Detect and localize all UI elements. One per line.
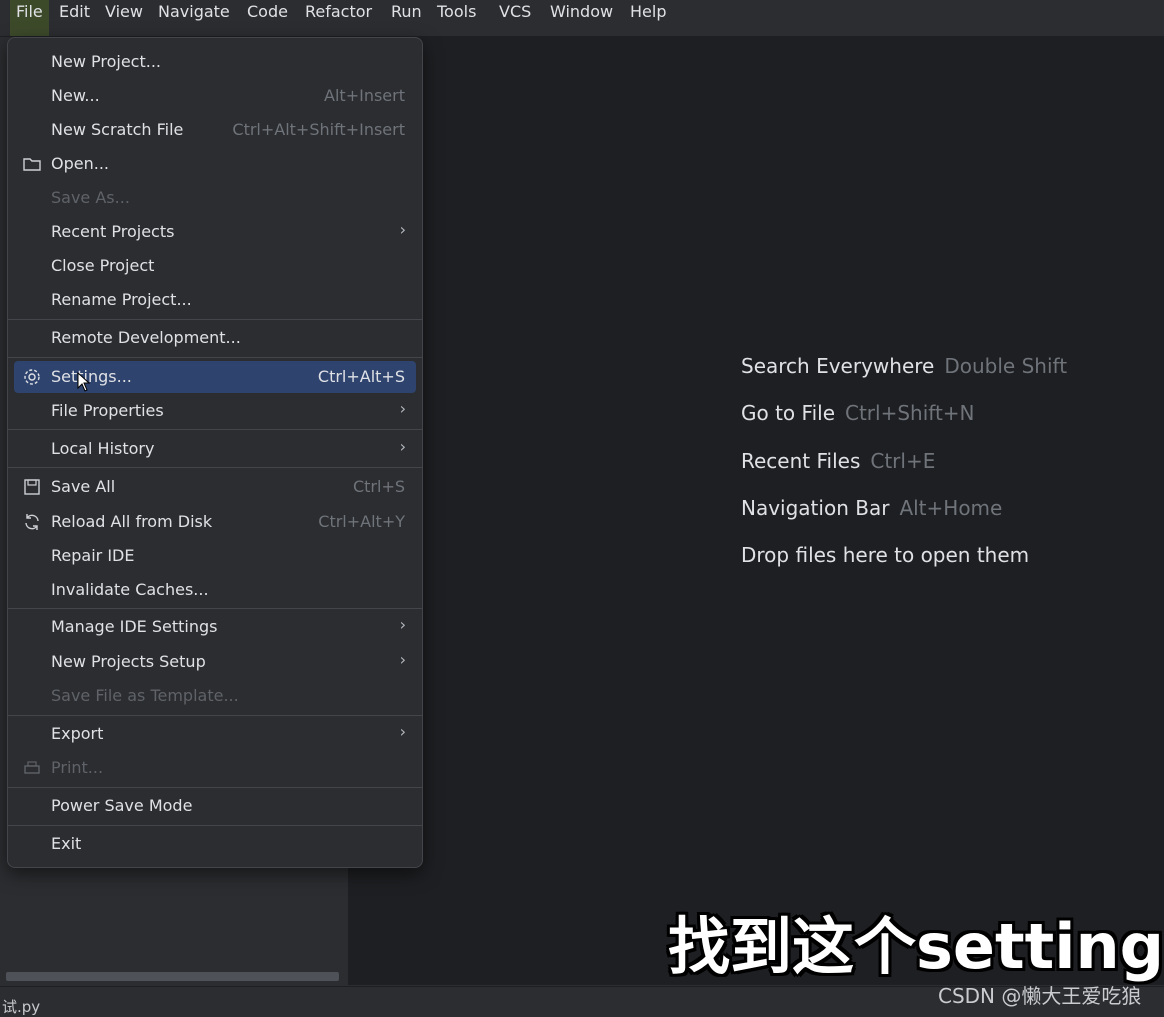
menu-item-open[interactable]: Open... bbox=[14, 148, 416, 180]
separator bbox=[8, 429, 422, 430]
folder-icon bbox=[22, 154, 42, 174]
menu-item-manage-ide-settings[interactable]: Manage IDE Settings › bbox=[14, 611, 416, 643]
separator bbox=[8, 715, 422, 716]
separator bbox=[8, 825, 422, 826]
menu-item-new-projects-setup[interactable]: New Projects Setup › bbox=[14, 646, 416, 678]
menu-item-export[interactable]: Export › bbox=[14, 718, 416, 750]
menu-item-file-properties[interactable]: File Properties › bbox=[14, 395, 416, 427]
caption-overlay: 找到这个settings bbox=[668, 910, 1164, 983]
menu-edit[interactable]: Edit bbox=[59, 0, 90, 36]
menu-item-new[interactable]: New... Alt+Insert bbox=[14, 80, 416, 112]
menu-item-invalidate-caches[interactable]: Invalidate Caches... bbox=[14, 574, 416, 606]
reload-icon bbox=[22, 512, 42, 532]
menu-view[interactable]: View bbox=[105, 0, 143, 36]
menu-item-close-project[interactable]: Close Project bbox=[14, 250, 416, 282]
menu-code[interactable]: Code bbox=[247, 0, 288, 36]
menu-item-remote-development[interactable]: Remote Development... bbox=[14, 322, 416, 354]
menu-item-recent-projects[interactable]: Recent Projects › bbox=[14, 216, 416, 248]
menu-item-new-project[interactable]: New Project... bbox=[14, 46, 416, 78]
menu-item-save-file-as-template: Save File as Template... bbox=[51, 686, 239, 705]
hint-go-to-file: Go to File Ctrl+Shift+N bbox=[741, 401, 975, 426]
hint-recent-files: Recent Files Ctrl+E bbox=[741, 448, 936, 473]
menu-vcs[interactable]: VCS bbox=[499, 0, 531, 36]
menu-item-save-all[interactable]: Save All Ctrl+S bbox=[14, 471, 416, 503]
menu-item-new-scratch-file[interactable]: New Scratch File Ctrl+Alt+Shift+Insert bbox=[14, 114, 416, 146]
hint-navigation-bar: Navigation Bar Alt+Home bbox=[741, 495, 1003, 520]
status-file-name: 试.py bbox=[2, 998, 41, 1016]
menu-help[interactable]: Help bbox=[630, 0, 666, 36]
chevron-right-icon: › bbox=[399, 615, 406, 634]
file-menu-popup: New Project... New... Alt+Insert New Scra… bbox=[7, 37, 423, 868]
separator bbox=[8, 608, 422, 609]
menu-item-print: Print... bbox=[14, 752, 416, 784]
chevron-right-icon: › bbox=[399, 399, 406, 418]
menu-bar: File Edit View Navigate Code Refactor Ru… bbox=[0, 0, 1164, 37]
horizontal-scrollbar[interactable] bbox=[6, 972, 339, 981]
menu-file[interactable]: File bbox=[10, 0, 49, 36]
hint-drop-files: Drop files here to open them bbox=[741, 543, 1030, 568]
chevron-right-icon: › bbox=[399, 650, 406, 669]
menu-item-save-as: Save As... bbox=[51, 188, 130, 207]
chevron-right-icon: › bbox=[399, 722, 406, 741]
gear-icon bbox=[22, 367, 42, 387]
save-icon bbox=[22, 477, 42, 497]
menu-item-rename-project[interactable]: Rename Project... bbox=[14, 284, 416, 316]
menu-item-local-history[interactable]: Local History › bbox=[14, 433, 416, 465]
menu-item-power-save-mode[interactable]: Power Save Mode bbox=[14, 790, 416, 822]
menu-item-reload-all[interactable]: Reload All from Disk Ctrl+Alt+Y bbox=[14, 506, 416, 538]
separator bbox=[8, 467, 422, 468]
menu-navigate[interactable]: Navigate bbox=[158, 0, 230, 36]
menu-item-repair-ide[interactable]: Repair IDE bbox=[14, 540, 416, 572]
watermark: CSDN @懒大王爱吃狼 bbox=[938, 984, 1142, 1008]
menu-refactor[interactable]: Refactor bbox=[305, 0, 372, 36]
menu-item-exit[interactable]: Exit bbox=[14, 828, 416, 860]
chevron-right-icon: › bbox=[399, 437, 406, 456]
separator bbox=[8, 319, 422, 320]
mouse-cursor-icon bbox=[77, 372, 91, 392]
print-icon bbox=[22, 758, 42, 778]
chevron-right-icon: › bbox=[399, 220, 406, 239]
separator bbox=[8, 787, 422, 788]
hint-search-everywhere: Search Everywhere Double Shift bbox=[741, 354, 1068, 378]
menu-tools[interactable]: Tools bbox=[437, 0, 476, 36]
menu-run[interactable]: Run bbox=[391, 0, 422, 36]
editor-empty-hints: Search Everywhere Double Shift Go to File… bbox=[741, 354, 1067, 590]
menu-item-settings[interactable]: Settings... Ctrl+Alt+S bbox=[14, 361, 416, 393]
separator bbox=[8, 357, 422, 358]
menu-window[interactable]: Window bbox=[550, 0, 613, 36]
